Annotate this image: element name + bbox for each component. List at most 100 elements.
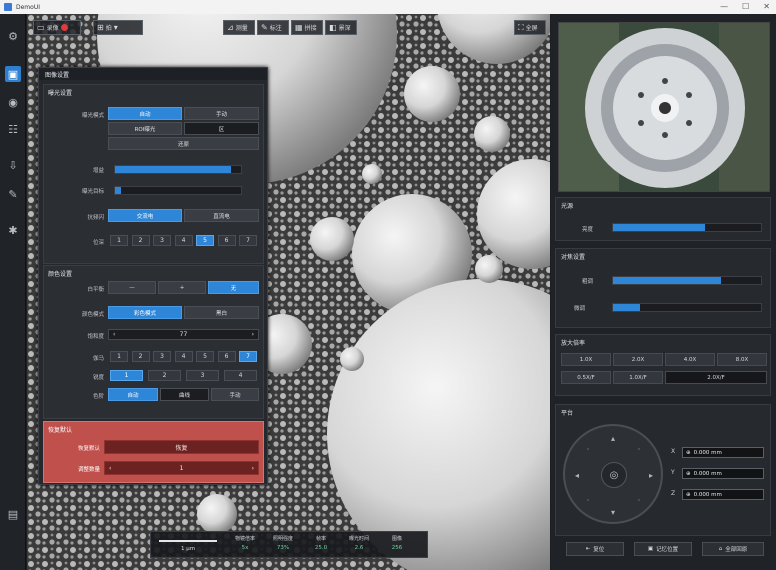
sharpness-1-button[interactable]: 1 <box>110 370 143 381</box>
gamma-2-button[interactable]: 2 <box>131 351 150 362</box>
gear-icon[interactable]: ✱ <box>5 222 21 238</box>
arrow-up-left-icon[interactable]: · <box>584 445 592 454</box>
depth-button[interactable]: ◧ 景深 <box>325 20 357 35</box>
bit-depth-1-button[interactable]: 1 <box>110 235 128 246</box>
exposure-reset-button[interactable]: 还原 <box>108 137 259 150</box>
white-balance-plus-button[interactable]: + <box>158 281 206 294</box>
gamma-7-button[interactable]: 7 <box>239 351 257 362</box>
white-balance-label: 白平衡 <box>87 287 104 293</box>
reset-title: 恢复默认 <box>48 427 73 434</box>
record-button[interactable]: ▭ 录像 <box>33 20 81 35</box>
arrow-down-right-icon[interactable]: · <box>635 496 643 505</box>
stat-illumination: 照明强度 73% <box>272 536 293 551</box>
arrow-right-icon[interactable]: ▸ <box>647 471 655 480</box>
exposure-manual-button[interactable]: 手动 <box>184 107 259 120</box>
magnification-f-05XF-button[interactable]: 0.5X/F <box>561 371 611 384</box>
settings-icon[interactable]: ⚙ <box>5 28 21 44</box>
saturation-decrement-icon[interactable]: ‹ <box>113 331 115 338</box>
gamma-6-button[interactable]: 6 <box>217 351 236 362</box>
fine-focus-slider[interactable] <box>612 303 762 312</box>
exposure-auto-button[interactable]: 自动 <box>108 107 182 120</box>
bit-depth-7-button[interactable]: 7 <box>239 235 257 246</box>
home-all-button[interactable]: ⌂ 全部回原 <box>702 542 764 556</box>
gamma-5-button[interactable]: 5 <box>196 351 214 362</box>
coarse-focus-slider[interactable] <box>612 276 762 285</box>
sharpness-2-button[interactable]: 2 <box>148 370 181 381</box>
magnification-f-20XF-button[interactable]: 2.0X/F <box>665 371 767 384</box>
levels-manual-button[interactable]: 手动 <box>211 388 259 401</box>
reset-icon: ⇤ <box>585 546 591 552</box>
navigation-camera-view[interactable] <box>558 22 770 192</box>
capture-center-icon[interactable]: ◎ <box>601 462 627 488</box>
sharpness-3-button[interactable]: 3 <box>186 370 219 381</box>
color-mode-color-button[interactable]: 彩色模式 <box>108 306 182 319</box>
save-position-icon: ▣ <box>647 546 654 552</box>
export-icon[interactable]: ⇩ <box>5 157 21 173</box>
magnification-f-10XF-button[interactable]: 1.0X/F <box>613 371 663 384</box>
close-button[interactable]: ✕ <box>763 2 770 11</box>
gamma-4-button[interactable]: 4 <box>174 351 193 362</box>
stitch-button[interactable]: ▦ 拼接 <box>291 20 323 35</box>
reset-decrement-icon[interactable]: ‹ <box>109 465 111 472</box>
annotate-icon: ✎ <box>261 23 268 32</box>
measure-button[interactable]: ⊿ 测量 <box>223 20 255 35</box>
bit-depth-3-button[interactable]: 3 <box>153 235 171 246</box>
magnification-40X-button[interactable]: 4.0X <box>665 353 715 366</box>
save-position-button[interactable]: ▣ 记忆位置 <box>634 542 692 556</box>
exposure-region-button[interactable]: 区 <box>184 122 259 135</box>
coord-y-field[interactable]: ⊕ 0.000 mm <box>682 468 764 479</box>
snapshot-button[interactable]: ⊞ 拍 ▾ <box>93 20 143 35</box>
saturation-increment-icon[interactable]: › <box>252 331 254 338</box>
arrow-up-right-icon[interactable]: · <box>635 445 643 454</box>
annotate-button[interactable]: ✎ 标注 <box>257 20 289 35</box>
arrow-up-icon[interactable]: ▴ <box>609 434 617 443</box>
focus-section: 对焦设置 粗调 微调 <box>555 248 771 328</box>
arrow-left-icon[interactable]: ◂ <box>573 471 581 480</box>
white-balance-minus-button[interactable]: — <box>108 281 156 294</box>
fullscreen-button[interactable]: ⛶ 全屏 <box>514 20 546 35</box>
magnification-20X-button[interactable]: 2.0X <box>613 353 663 366</box>
tool-icon[interactable]: ✎ <box>5 186 21 202</box>
magnification-section: 放大倍率 1.0X 2.0X 4.0X 8.0X 0.5X/F 1.0X/F 2.0X/F <box>555 334 771 396</box>
white-balance-none-button[interactable]: 无 <box>208 281 259 294</box>
chevron-down-icon: ▾ <box>113 23 118 32</box>
brightness-slider[interactable] <box>612 223 762 232</box>
bit-depth-6-button[interactable]: 6 <box>217 235 236 246</box>
color-mode-mono-button[interactable]: 黑白 <box>184 306 259 319</box>
gain-slider[interactable] <box>114 165 242 174</box>
bit-depth-4-button[interactable]: 4 <box>174 235 193 246</box>
image-icon[interactable]: ▣ <box>5 66 21 82</box>
levels-auto-button[interactable]: 自动 <box>108 388 158 401</box>
saturation-input[interactable]: ‹ 77 › <box>108 329 259 340</box>
bit-depth-2-button[interactable]: 2 <box>131 235 150 246</box>
sharpness-4-button[interactable]: 4 <box>224 370 257 381</box>
bit-depth-5-button[interactable]: 5 <box>196 235 214 246</box>
magnification-80X-button[interactable]: 8.0X <box>717 353 767 366</box>
gamma-1-button[interactable]: 1 <box>110 351 128 362</box>
coord-z-label: Z <box>671 490 676 497</box>
layout-icon[interactable]: ☷ <box>5 121 21 137</box>
flicker-ac-button[interactable]: 交流电 <box>108 209 182 222</box>
magnification-10X-button[interactable]: 1.0X <box>561 353 611 366</box>
coord-x-field[interactable]: ⊕ 0.000 mm <box>682 447 764 458</box>
levels-curve-button[interactable]: 曲线 <box>160 388 209 401</box>
exposure-target-slider[interactable] <box>114 186 242 195</box>
file-icon[interactable]: ▤ <box>5 506 21 522</box>
reset-increment-icon[interactable]: › <box>252 465 254 472</box>
stage-joystick[interactable]: ▴ ▾ ◂ ▸ · · · · ◎ <box>563 424 663 524</box>
gamma-3-button[interactable]: 3 <box>153 351 171 362</box>
camera-icon[interactable]: ◉ <box>5 94 21 110</box>
arrow-down-left-icon[interactable]: · <box>584 496 592 505</box>
fullscreen-icon: ⛶ <box>518 22 524 32</box>
reset-default-button[interactable]: 恢复 <box>104 440 259 454</box>
maximize-button[interactable]: ☐ <box>742 2 749 11</box>
arrow-down-icon[interactable]: ▾ <box>609 508 617 517</box>
exposure-roi-button[interactable]: ROI曝光 <box>108 122 182 135</box>
coord-z-field[interactable]: ⊕ 0.000 mm <box>682 489 764 500</box>
status-bar: 1 μm 物镜倍率 5x 照明强度 73% 帧率 25.0 曝光时间 2.6 图像 256 <box>150 531 428 558</box>
reset-stage-button[interactable]: ⇤ 复位 <box>566 542 624 556</box>
record-indicator-icon <box>60 24 68 31</box>
flicker-dc-button[interactable]: 直流电 <box>184 209 259 222</box>
reset-count-input[interactable]: ‹ 1 › <box>104 461 259 475</box>
minimize-button[interactable]: — <box>720 2 728 11</box>
